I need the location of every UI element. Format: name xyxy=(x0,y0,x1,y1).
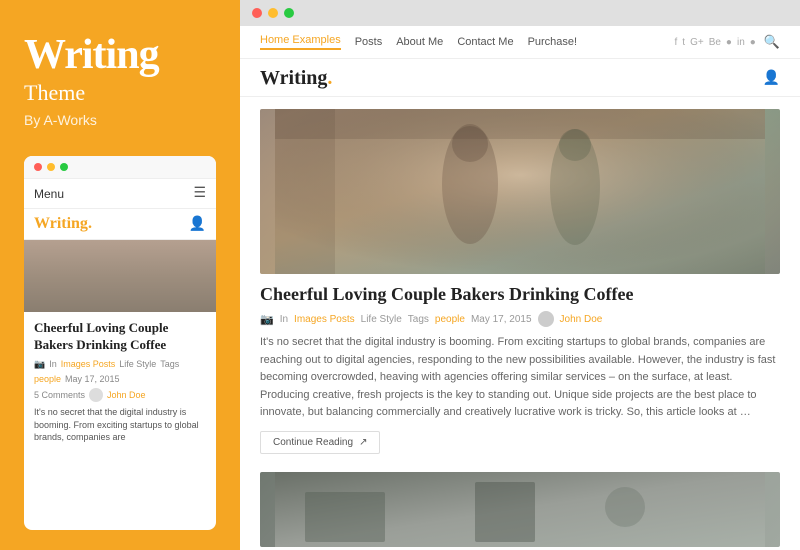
mobile-date: May 17, 2015 xyxy=(65,374,120,384)
author-credit: By A-Works xyxy=(24,112,216,128)
desktop-brand-text: Writing xyxy=(260,67,327,89)
desktop-user-icon: 👤 xyxy=(763,70,780,87)
social-icons: f t G+ Be ● in ● xyxy=(675,37,756,48)
main-content: Cheerful Loving Couple Bakers Drinking C… xyxy=(240,97,800,550)
hero-author-avatar xyxy=(538,311,554,327)
mobile-hero-image xyxy=(24,240,216,312)
mobile-dot-red xyxy=(34,163,42,171)
nav-purchase[interactable]: Purchase! xyxy=(528,36,578,48)
desktop-brand-bar: Writing. 👤 xyxy=(240,59,800,97)
mobile-browser-bar xyxy=(24,156,216,179)
mobile-brand-text: Writing xyxy=(34,215,88,232)
behance-icon[interactable]: Be xyxy=(709,37,721,48)
browser-dot-yellow xyxy=(268,8,278,18)
nav-home[interactable]: Home Examples xyxy=(260,34,341,50)
hero-article-title: Cheerful Loving Couple Bakers Drinking C… xyxy=(260,284,780,305)
mobile-user-icon: 👤 xyxy=(189,216,206,233)
left-panel: Writing Theme By A-Works Menu ☰ Writing.… xyxy=(0,0,240,550)
hero-excerpt: It's no secret that the digital industry… xyxy=(260,334,780,422)
mobile-dot-yellow xyxy=(47,163,55,171)
hero-author[interactable]: John Doe xyxy=(560,314,603,325)
mobile-hamburger-icon[interactable]: ☰ xyxy=(193,185,206,202)
nav-contact[interactable]: Contact Me xyxy=(457,36,513,48)
google-plus-icon[interactable]: G+ xyxy=(690,37,704,48)
theme-subtitle: Theme xyxy=(24,80,216,106)
mobile-author-avatar xyxy=(89,388,103,402)
pinterest-icon[interactable]: ● xyxy=(726,37,732,48)
hero-article-image xyxy=(260,109,780,274)
hero-article: Cheerful Loving Couple Bakers Drinking C… xyxy=(260,109,780,454)
nav-posts[interactable]: Posts xyxy=(355,36,383,48)
mobile-comments[interactable]: 5 Comments xyxy=(34,390,85,400)
hero-tag1[interactable]: people xyxy=(435,314,465,325)
mobile-tag1[interactable]: people xyxy=(34,374,61,384)
mobile-article-meta: 📷 In Images Posts Life Style Tags people… xyxy=(34,359,206,384)
mobile-article-title: Cheerful Loving Couple Bakers Drinking C… xyxy=(34,320,206,354)
mobile-brand-bar: Writing. 👤 xyxy=(24,209,216,240)
nav-right: f t G+ Be ● in ● 🔍 xyxy=(675,34,781,50)
mobile-dot-green xyxy=(60,163,68,171)
hero-cat2[interactable]: Life Style xyxy=(361,314,402,325)
nav-about[interactable]: About Me xyxy=(396,36,443,48)
desktop-content: Home Examples Posts About Me Contact Me … xyxy=(240,26,800,550)
instagram-icon[interactable]: in xyxy=(737,37,745,48)
mobile-tags-label: Tags xyxy=(160,359,179,369)
writing-title: Writing xyxy=(24,32,216,78)
mobile-cat2[interactable]: Life Style xyxy=(119,359,156,369)
mobile-nav: Menu ☰ xyxy=(24,179,216,209)
mobile-brand-dot: . xyxy=(88,215,92,232)
mobile-menu-label: Menu xyxy=(34,187,64,201)
hero-article-meta: 📷 In Images Posts Life Style Tags people… xyxy=(260,311,780,327)
right-panel: Home Examples Posts About Me Contact Me … xyxy=(240,0,800,550)
mobile-excerpt: It's no secret that the digital industry… xyxy=(34,406,206,444)
desktop-brand-dot: . xyxy=(327,67,332,89)
continue-reading-button[interactable]: Continue Reading ↗ xyxy=(260,431,380,454)
theme-title: Writing Theme By A-Works xyxy=(24,32,216,128)
browser-dot-green xyxy=(284,8,294,18)
mobile-preview: Menu ☰ Writing. 👤 Cheerful Loving Couple… xyxy=(24,156,216,530)
continue-reading-label: Continue Reading xyxy=(273,437,353,448)
hero-camera-icon: 📷 xyxy=(260,313,274,326)
nav-links: Home Examples Posts About Me Contact Me … xyxy=(260,34,577,50)
mobile-brand: Writing. xyxy=(34,215,92,233)
site-nav: Home Examples Posts About Me Contact Me … xyxy=(240,26,800,59)
share-icon: ↗ xyxy=(359,437,367,448)
second-article-preview xyxy=(260,472,780,547)
hero-date: May 17, 2015 xyxy=(471,314,532,325)
rss-icon[interactable]: ● xyxy=(750,37,756,48)
twitter-icon[interactable]: t xyxy=(682,37,685,48)
desktop-brand: Writing. xyxy=(260,67,332,90)
mobile-article-meta2: 5 Comments John Doe xyxy=(34,388,206,402)
hero-meta-in: In xyxy=(280,314,288,325)
search-icon[interactable]: 🔍 xyxy=(764,34,780,50)
browser-dot-red xyxy=(252,8,262,18)
hero-cat1[interactable]: Images Posts xyxy=(294,314,355,325)
mobile-in-label: In xyxy=(49,359,57,369)
mobile-author[interactable]: John Doe xyxy=(107,390,146,400)
second-article-image xyxy=(260,472,780,547)
desktop-browser-bar xyxy=(240,0,800,26)
mobile-cat1[interactable]: Images Posts xyxy=(61,359,116,369)
hero-tags-label: Tags xyxy=(408,314,429,325)
facebook-icon[interactable]: f xyxy=(675,37,678,48)
mobile-meta-icon: 📷 xyxy=(34,359,45,370)
mobile-article-body: Cheerful Loving Couple Bakers Drinking C… xyxy=(24,312,216,452)
